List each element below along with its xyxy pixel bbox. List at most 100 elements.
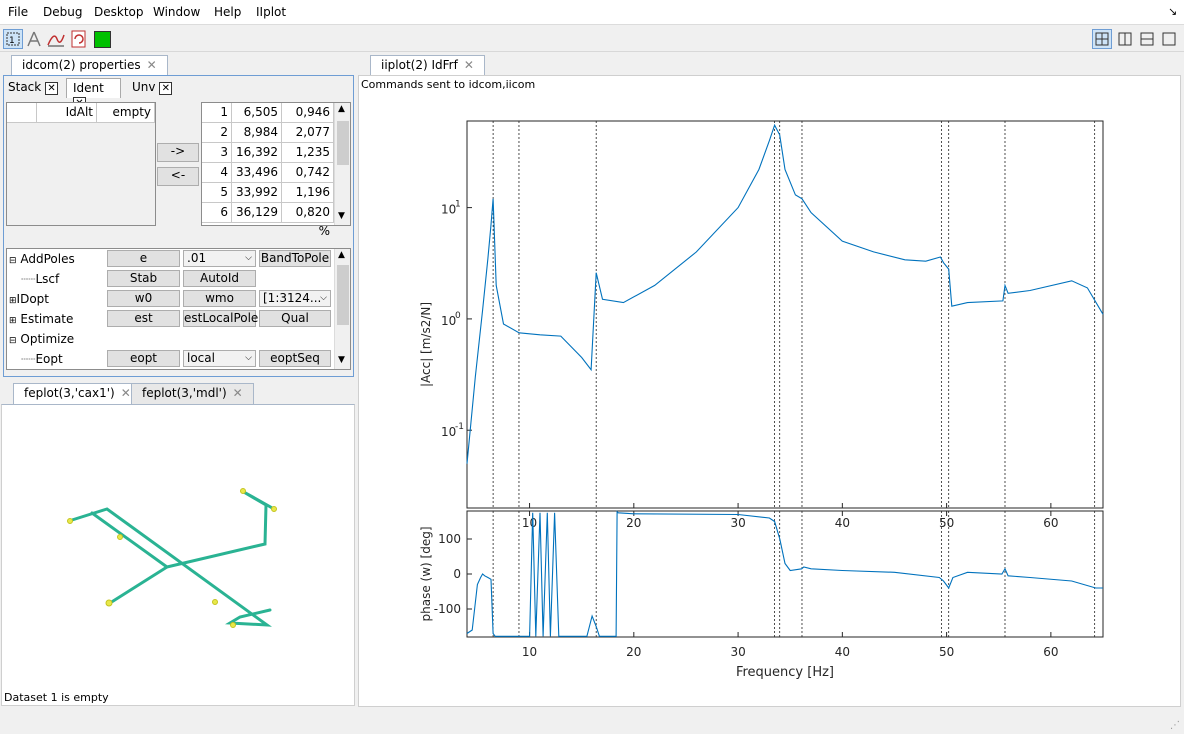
- tab-feplot-mdl[interactable]: feplot(3,'mdl') ✕: [131, 383, 254, 404]
- mode-n-cell[interactable]: 3: [202, 143, 232, 163]
- feplot-view[interactable]: Dataset 1 is empty: [1, 404, 355, 706]
- menu-file[interactable]: File: [8, 5, 28, 19]
- addpoles-dropdown[interactable]: .01 ⌵: [183, 250, 256, 267]
- menu-debug[interactable]: Debug: [43, 5, 82, 19]
- mode-n-cell[interactable]: 4: [202, 163, 232, 183]
- refresh-icon[interactable]: [69, 29, 89, 49]
- mode-f-cell[interactable]: 33,992: [232, 183, 282, 203]
- local-dropdown[interactable]: local ⌵: [183, 350, 256, 367]
- tree-node-idopt[interactable]: ⊞IDopt: [9, 290, 49, 310]
- tab-unv[interactable]: Unv ✕: [132, 80, 182, 98]
- close-icon[interactable]: ✕: [159, 82, 173, 95]
- scroll-up-icon[interactable]: ▲: [338, 250, 345, 260]
- tree-label: Lscf: [35, 272, 60, 286]
- w0-button[interactable]: w0: [107, 290, 180, 307]
- estlocalpole-button[interactable]: estLocalPole: [183, 310, 258, 327]
- mode-f-cell[interactable]: 6,505: [232, 103, 282, 123]
- mode-n-cell[interactable]: 2: [202, 123, 232, 143]
- mode-d-cell[interactable]: 0,742 %: [282, 163, 334, 198]
- move-right-button[interactable]: ->: [157, 143, 199, 162]
- beam-3: [108, 565, 169, 605]
- tab-feplot-cax1[interactable]: feplot(3,'cax1') ✕: [13, 383, 142, 404]
- mode-f-cell[interactable]: 33,496: [232, 163, 282, 183]
- scrollbar-thumb[interactable]: [337, 265, 349, 325]
- beam-2: [90, 489, 276, 569]
- mode-d-cell[interactable]: 1,196 %: [282, 183, 334, 218]
- node: [271, 506, 277, 512]
- mode-f-cell[interactable]: 16,392: [232, 143, 282, 163]
- x-tick-label: 40: [835, 645, 850, 659]
- mode-f-cell[interactable]: 8,984: [232, 123, 282, 143]
- menu-window[interactable]: Window: [153, 5, 200, 19]
- scroll-down-icon[interactable]: ▼: [338, 355, 345, 365]
- qual-button[interactable]: Qual: [259, 310, 331, 327]
- column-header-empty[interactable]: empty: [97, 103, 155, 123]
- tab-ident[interactable]: Ident ✕: [66, 78, 121, 110]
- layout-columns-icon[interactable]: [1115, 29, 1135, 49]
- column-header-idalt[interactable]: IdAlt: [37, 103, 97, 123]
- close-icon[interactable]: ✕: [464, 58, 474, 72]
- modes-table[interactable]: 16,5050,946 % 28,9842,077 % 316,3921,235 %…: [201, 102, 351, 238]
- eopt-button[interactable]: eopt: [107, 350, 180, 367]
- property-tree[interactable]: ⊟ AddPoles e .01 ⌵ BandToPole ┄┄Lscf Stab…: [6, 248, 351, 370]
- menu-iiplot[interactable]: IIplot: [256, 5, 286, 19]
- node: [240, 488, 246, 494]
- y-tick-label: -100: [434, 602, 461, 616]
- move-left-button[interactable]: <-: [157, 167, 199, 186]
- modes-scrollbar[interactable]: ▲ ▼: [334, 103, 350, 225]
- close-icon[interactable]: ✕: [233, 386, 243, 400]
- mode-d-cell[interactable]: 0,820 %: [282, 203, 334, 238]
- tree-scrollbar[interactable]: ▲ ▼: [334, 249, 350, 369]
- scroll-up-icon[interactable]: ▲: [338, 104, 345, 114]
- x-tick-label-upper: 50: [939, 516, 954, 530]
- structure-icon[interactable]: [24, 29, 44, 49]
- tab-idcom-properties[interactable]: idcom(2) properties ✕: [11, 55, 168, 75]
- tab-stack[interactable]: Stack ✕: [8, 80, 62, 98]
- stab-button[interactable]: Stab: [107, 270, 180, 287]
- close-icon[interactable]: ✕: [121, 386, 131, 400]
- menu-help[interactable]: Help: [214, 5, 241, 19]
- close-icon[interactable]: ✕: [45, 82, 59, 95]
- select-tool-icon[interactable]: 1: [3, 29, 23, 49]
- tree-node-estimate[interactable]: ⊞ Estimate: [9, 310, 73, 330]
- y-tick-exponent: 1: [455, 200, 461, 210]
- eoptseq-button[interactable]: eoptSeq: [259, 350, 331, 367]
- status-green-icon[interactable]: [94, 31, 111, 48]
- range-dropdown[interactable]: [1:3124... ⌵: [259, 290, 331, 307]
- bandtopole-button[interactable]: BandToPole: [259, 250, 331, 267]
- mode-d-cell[interactable]: 2,077 %: [282, 123, 334, 158]
- wmo-button[interactable]: wmo: [183, 290, 256, 307]
- x-tick-label: 10: [522, 645, 537, 659]
- mode-n-cell[interactable]: 5: [202, 183, 232, 203]
- amplitude-axes: [466, 120, 1104, 509]
- tree-label: Optimize: [20, 332, 75, 346]
- scrollbar-thumb[interactable]: [337, 121, 349, 165]
- mode-f-cell[interactable]: 36,129: [232, 203, 282, 223]
- tab-unv-label: Unv: [132, 80, 156, 94]
- mode-n-cell[interactable]: 6: [202, 203, 232, 223]
- autoid-button[interactable]: AutoId: [183, 270, 256, 287]
- mode-d-cell[interactable]: 1,235 %: [282, 143, 334, 178]
- e-button[interactable]: e: [107, 250, 180, 267]
- idalt-table[interactable]: IdAlt empty: [6, 102, 156, 226]
- structure-model[interactable]: [2, 405, 354, 685]
- tree-node-eopt[interactable]: ┄┄Eopt: [21, 350, 63, 370]
- frf-chart[interactable]: 10102020303040405050606010110010-11000-1…: [359, 76, 1179, 706]
- tree-node-optimize[interactable]: ⊟ Optimize: [9, 330, 74, 350]
- layout-single-icon[interactable]: [1159, 29, 1179, 49]
- tab-label: feplot(3,'mdl'): [142, 386, 227, 400]
- tab-iiplot-idfrf[interactable]: iiplot(2) IdFrf ✕: [370, 55, 485, 76]
- undock-icon[interactable]: ↘: [1168, 5, 1177, 18]
- layout-grid-icon[interactable]: [1092, 29, 1112, 49]
- mode-n-cell[interactable]: 1: [202, 103, 232, 123]
- scroll-down-icon[interactable]: ▼: [338, 211, 345, 221]
- est-button[interactable]: est: [107, 310, 180, 327]
- tree-node-addpoles[interactable]: ⊟ AddPoles: [9, 250, 109, 270]
- menu-desktop[interactable]: Desktop: [94, 5, 144, 19]
- curve-icon[interactable]: [46, 29, 66, 49]
- layout-rows-icon[interactable]: [1137, 29, 1157, 49]
- tree-node-lscf[interactable]: ┄┄Lscf: [21, 270, 59, 290]
- mode-d-cell[interactable]: 0,946 %: [282, 103, 334, 138]
- close-icon[interactable]: ✕: [147, 58, 157, 72]
- resize-grip-icon[interactable]: ⋰: [1170, 720, 1180, 731]
